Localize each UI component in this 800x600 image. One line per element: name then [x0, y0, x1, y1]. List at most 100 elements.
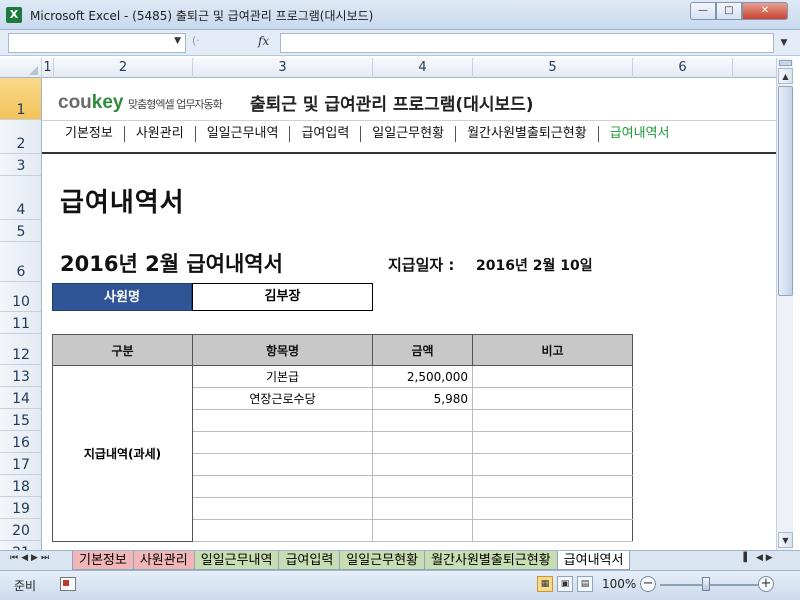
pay-date-value: 2016년 2월 10일: [476, 258, 593, 274]
row-header-cell[interactable]: 4: [0, 176, 41, 220]
item-cell[interactable]: [192, 497, 373, 520]
scroll-thumb[interactable]: [778, 86, 793, 296]
amount-cell[interactable]: [372, 409, 473, 432]
header-divider: [42, 120, 776, 121]
sheet-tab-active[interactable]: 급여내역서: [556, 551, 631, 570]
insert-function-icon[interactable]: fx: [258, 34, 269, 48]
brand-logo: coukey: [58, 92, 124, 113]
nav-item-daily-work-log[interactable]: 일일근무내역: [196, 126, 291, 142]
row-header-cell[interactable]: 10: [0, 282, 41, 312]
note-cell[interactable]: [472, 365, 633, 388]
note-cell[interactable]: [472, 475, 633, 498]
vertical-scrollbar[interactable]: ▲ ▼: [776, 58, 793, 550]
item-cell[interactable]: 기본급: [192, 365, 373, 388]
column-header-cell[interactable]: 2: [54, 58, 193, 78]
row-header-cell[interactable]: 5: [0, 220, 41, 242]
minimize-button[interactable]: —: [690, 2, 716, 20]
sheet-tab[interactable]: 월간사원별출퇴근현황: [424, 551, 558, 570]
name-box[interactable]: ▼: [8, 33, 186, 53]
row-header-cell[interactable]: 3: [0, 154, 41, 176]
item-cell[interactable]: [192, 431, 373, 454]
nav-menu: 기본정보 사원관리 일일근무내역 급여입력 일일근무현황 월간사원별출퇴근현황 급여내역서: [54, 126, 680, 146]
brand-subtitle: 맞춤형엑셀 업무자동화: [128, 98, 223, 111]
row-header-cell[interactable]: 12: [0, 334, 41, 365]
sheet-tab-bar: ⏮◀▶⏭ 기본정보 사원관리 일일근무내역 급여입력 일일근무현황 월간사원별출퇴근현황 급…: [0, 550, 800, 570]
tab-scroll-arrows-icon[interactable]: ⏮◀▶⏭: [10, 553, 52, 563]
amount-cell[interactable]: 2,500,000: [372, 365, 473, 388]
row-header-cell[interactable]: 15: [0, 409, 41, 431]
row-header-cell[interactable]: 11: [0, 312, 41, 334]
note-cell[interactable]: [472, 409, 633, 432]
note-cell[interactable]: [472, 497, 633, 520]
tab-split-handle-icon[interactable]: ▐: [740, 553, 747, 563]
amount-cell[interactable]: [372, 453, 473, 476]
sheet-tab[interactable]: 급여입력: [278, 551, 341, 570]
row-header-cell[interactable]: 20: [0, 519, 41, 541]
expand-formula-bar-icon[interactable]: ▼: [776, 33, 792, 53]
page-layout-view-button[interactable]: ▣: [557, 576, 573, 592]
pay-details-table: 구분 항목명 금액 비고 지급내역(과세) 기본급 2,500,000 연장근로…: [52, 334, 633, 542]
note-cell[interactable]: [472, 431, 633, 454]
note-cell[interactable]: [472, 519, 633, 542]
column-header-cell[interactable]: 6: [633, 58, 733, 78]
column-header-cell[interactable]: [733, 58, 776, 78]
nav-item-monthly-attendance[interactable]: 월간사원별출퇴근현황: [456, 126, 599, 142]
scroll-down-icon[interactable]: ▼: [778, 532, 793, 548]
nav-item-daily-work-status[interactable]: 일일근무현황: [361, 126, 457, 142]
row-header-cell[interactable]: 14: [0, 387, 41, 409]
row-header-cell[interactable]: 16: [0, 431, 41, 453]
zoom-level[interactable]: 100%: [602, 577, 636, 591]
normal-view-button[interactable]: ▦: [537, 576, 553, 592]
close-button[interactable]: ✕: [742, 2, 788, 20]
sheet-tab[interactable]: 기본정보: [72, 551, 134, 570]
scroll-up-icon[interactable]: ▲: [778, 68, 793, 84]
amount-cell[interactable]: [372, 519, 473, 542]
page-break-view-button[interactable]: ▤: [577, 576, 593, 592]
maximize-button[interactable]: □: [716, 2, 742, 20]
row-header-cell[interactable]: 17: [0, 453, 41, 475]
row-header-cell[interactable]: 19: [0, 497, 41, 519]
zoom-in-button[interactable]: +: [758, 576, 774, 592]
item-cell[interactable]: 연장근로수당: [192, 387, 373, 410]
note-cell[interactable]: [472, 387, 633, 410]
item-cell[interactable]: [192, 475, 373, 498]
row-header-cell[interactable]: 18: [0, 475, 41, 497]
item-cell[interactable]: [192, 409, 373, 432]
category-cell[interactable]: 지급내역(과세): [52, 365, 193, 542]
row-header-cell[interactable]: 2: [0, 120, 41, 154]
formula-input[interactable]: [280, 33, 774, 53]
sheet-tab[interactable]: 일일근무현황: [339, 551, 426, 570]
item-cell[interactable]: [192, 453, 373, 476]
macro-record-icon[interactable]: [60, 577, 76, 591]
column-header-cell[interactable]: 1: [42, 58, 54, 78]
column-header-cell[interactable]: 3: [193, 58, 373, 78]
nav-item-pay-slip[interactable]: 급여내역서: [599, 126, 681, 142]
zoom-out-button[interactable]: −: [640, 576, 656, 592]
amount-cell[interactable]: [372, 431, 473, 454]
nav-item-basic-info[interactable]: 기본정보: [54, 126, 125, 142]
amount-cell[interactable]: [372, 497, 473, 520]
row-header-cell[interactable]: 21: [0, 541, 41, 550]
sheet-tab[interactable]: 일일근무내역: [193, 551, 280, 570]
item-cell[interactable]: [192, 519, 373, 542]
title-bar: X Microsoft Excel - (5485) 출퇴근 및 급여관리 프로…: [0, 0, 800, 30]
worksheet-grid[interactable]: coukey 맞춤형엑셀 업무자동화 출퇴근 및 급여관리 프로그램(대시보드)…: [42, 78, 776, 550]
nav-item-employees[interactable]: 사원관리: [125, 126, 196, 142]
excel-icon[interactable]: X: [6, 7, 22, 23]
chevron-down-icon[interactable]: ▼: [174, 36, 181, 46]
split-handle[interactable]: [779, 60, 792, 66]
sheet-tab[interactable]: 사원관리: [132, 551, 195, 570]
horizontal-scroll-arrows-icon[interactable]: ◀ ▶: [756, 553, 792, 569]
amount-cell[interactable]: 5,980: [372, 387, 473, 410]
row-header-cell[interactable]: 6: [0, 242, 41, 282]
nav-item-salary-entry[interactable]: 급여입력: [290, 126, 362, 142]
row-header-cell[interactable]: 13: [0, 365, 41, 387]
note-cell[interactable]: [472, 453, 633, 476]
row-header-cell[interactable]: 1: [0, 78, 41, 120]
amount-cell[interactable]: [372, 475, 473, 498]
zoom-slider-thumb[interactable]: [702, 577, 710, 591]
employee-name-cell[interactable]: 김부장: [192, 283, 373, 311]
column-header-cell[interactable]: 5: [473, 58, 633, 78]
column-header-cell[interactable]: 4: [373, 58, 473, 78]
select-all-corner[interactable]: [0, 58, 42, 78]
